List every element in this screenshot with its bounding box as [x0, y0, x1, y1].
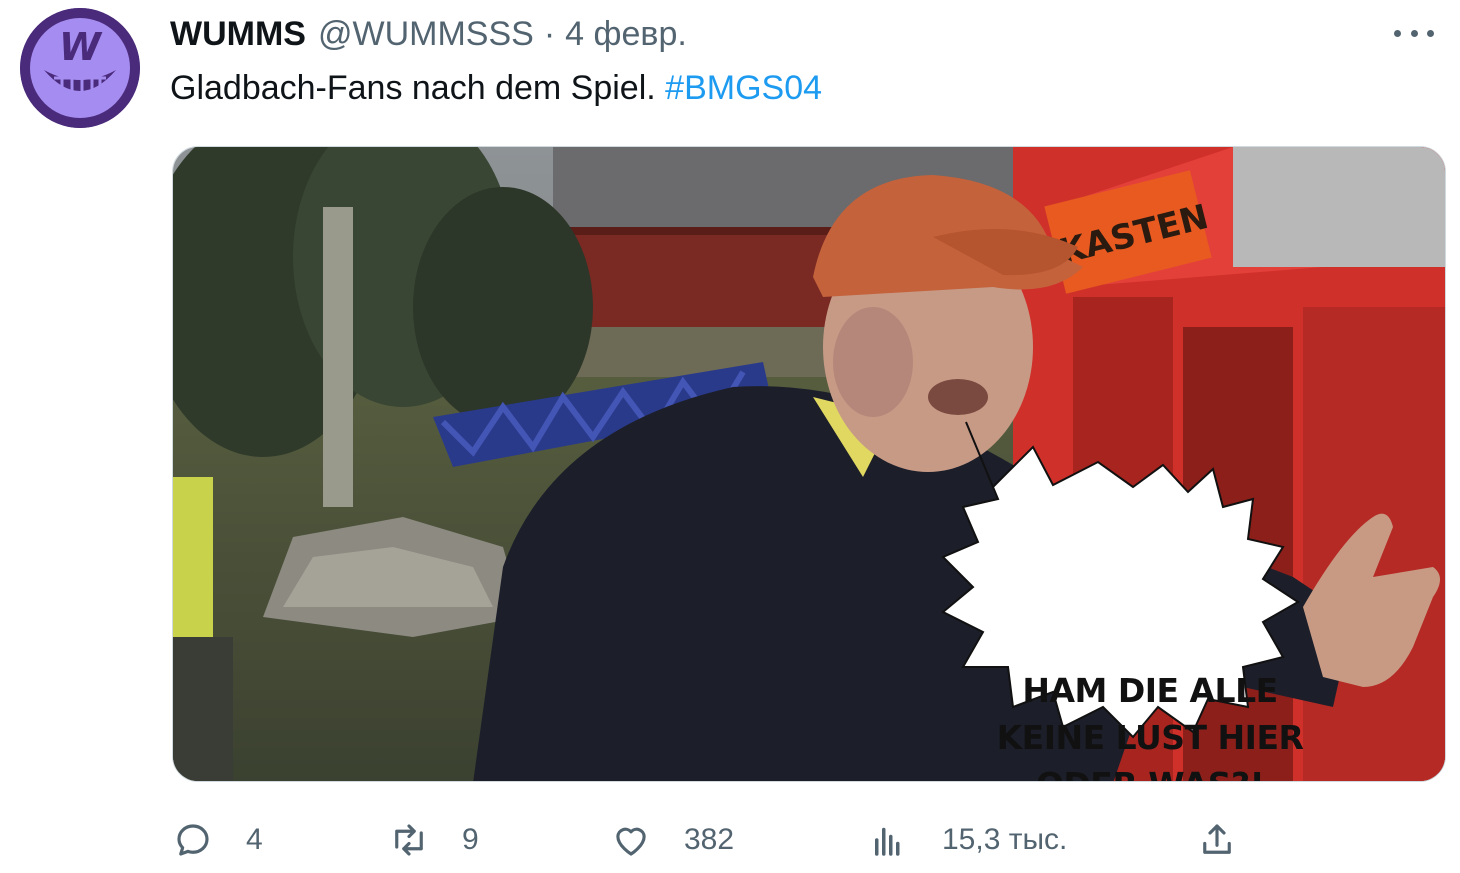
views-button[interactable]: 15,3 тыс.	[868, 812, 1067, 868]
tweet-actions: 4 9 382 15,3 тыс.	[172, 812, 1252, 868]
retweet-icon	[395, 824, 423, 856]
retweet-button[interactable]: 9	[388, 812, 479, 868]
share-icon	[1203, 824, 1231, 854]
like-count: 382	[684, 823, 735, 856]
share-button[interactable]	[1196, 812, 1238, 868]
retweet-count: 9	[462, 823, 479, 856]
like-button[interactable]: 382	[610, 812, 734, 868]
reply-icon	[177, 824, 209, 856]
hashtag-link[interactable]: #BMGS04	[665, 69, 822, 107]
more-dots-icon	[1427, 29, 1434, 37]
tweet-text: Gladbach-Fans nach dem Spiel. #BMGS04	[170, 66, 822, 110]
user-handle[interactable]: @WUMMSSS	[318, 12, 534, 56]
more-dots-icon	[1410, 29, 1418, 37]
tweet-media[interactable]: KASTEN HAM DIE ALLE KEINE LUST HIER ODER…	[172, 146, 1446, 782]
heart-icon	[616, 827, 646, 856]
tweet[interactable]: W WUMMS @WUMMSSS · 4 февр. Gladbach-Fans…	[0, 0, 1460, 873]
avatar-logo-icon: W	[20, 8, 140, 128]
views-count: 15,3 тыс.	[942, 823, 1068, 856]
speech-bubble-caption: HAM DIE ALLE KEINE LUST HIER ODER WAS?!	[996, 671, 1304, 781]
tweet-header: WUMMS @WUMMSSS · 4 февр.	[170, 12, 687, 56]
avatar-letter: W	[59, 25, 103, 69]
more-dots-icon	[1394, 29, 1401, 37]
reply-button[interactable]: 4	[172, 812, 263, 868]
avatar[interactable]: W	[20, 8, 140, 128]
tweet-body: Gladbach-Fans nach dem Spiel.	[170, 69, 656, 107]
display-name[interactable]: WUMMS	[170, 12, 306, 56]
more-options-button[interactable]	[1394, 18, 1434, 48]
tweet-date[interactable]: 4 февр.	[565, 12, 687, 56]
separator-dot: ·	[543, 15, 556, 53]
views-chart-icon	[875, 827, 900, 856]
reply-count: 4	[246, 823, 263, 856]
